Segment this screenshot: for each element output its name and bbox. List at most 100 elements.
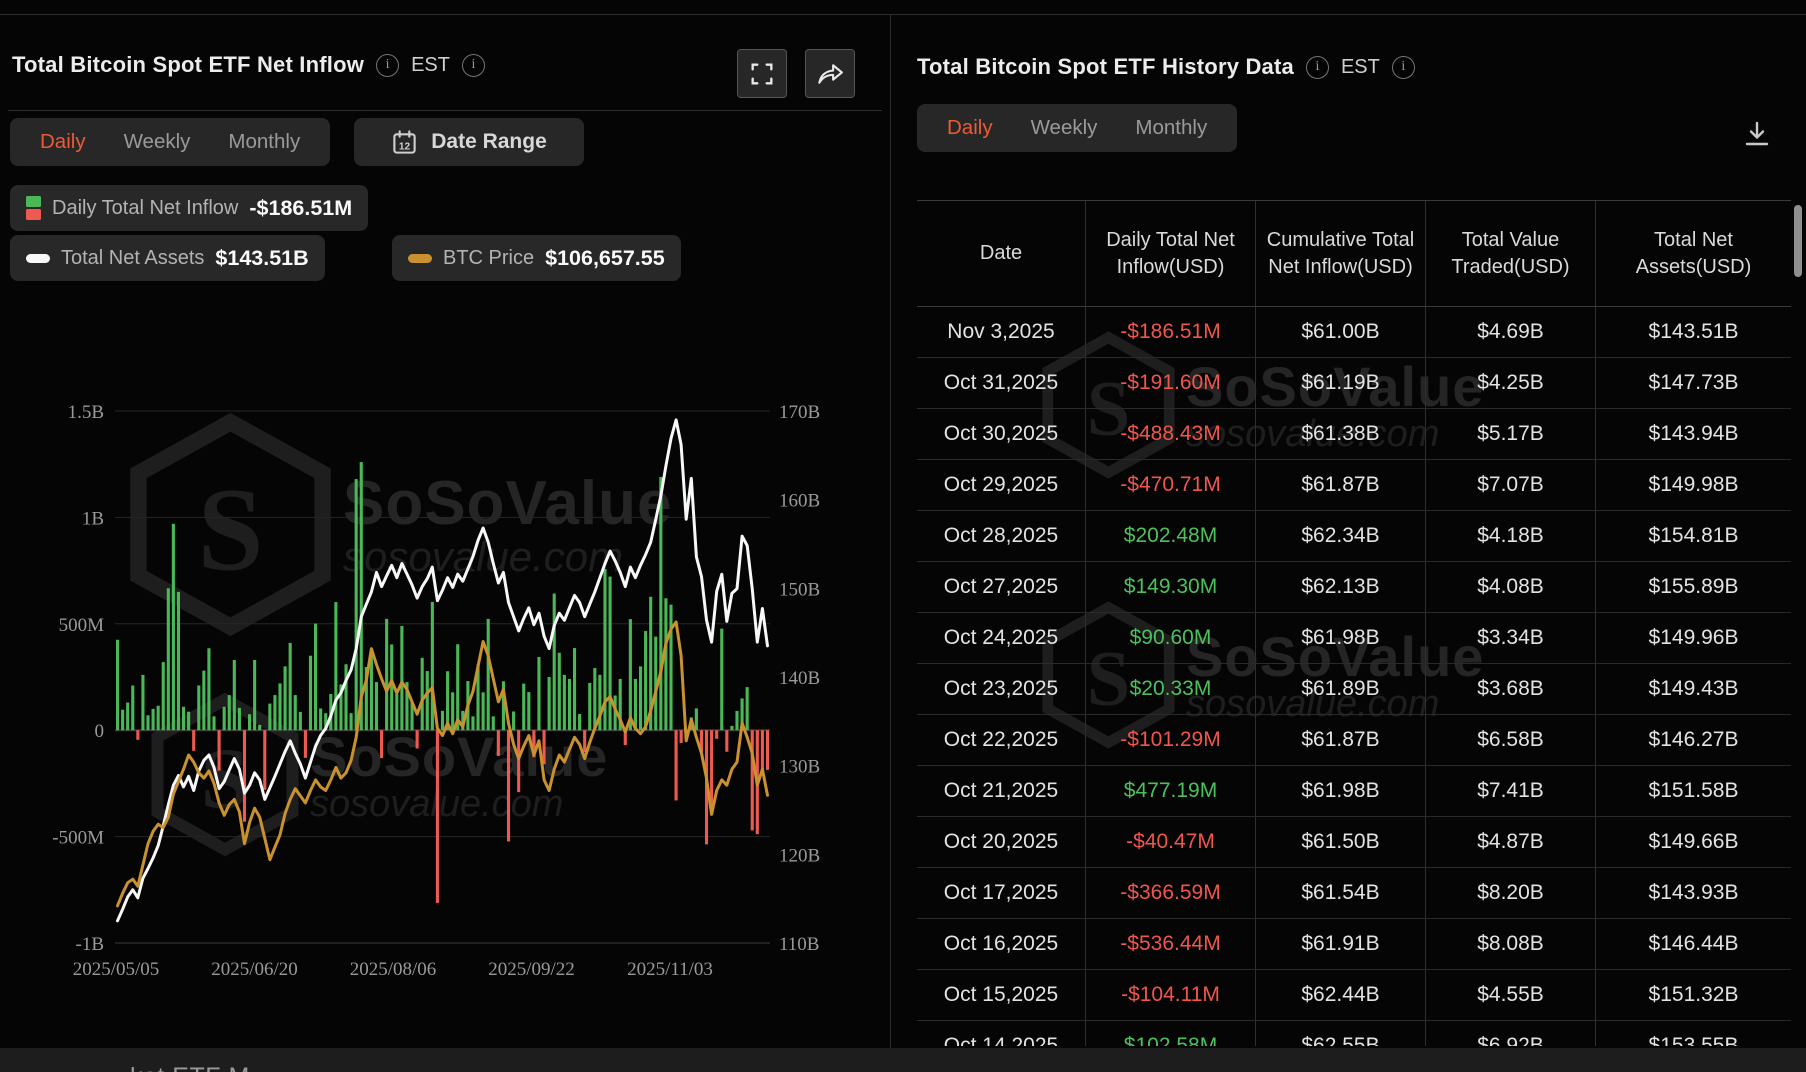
cell-daily-inflow: -$536.44M xyxy=(1086,919,1256,969)
cell-date: Oct 20,2025 xyxy=(917,817,1086,867)
legend-total-net-assets[interactable]: Total Net Assets $143.51B xyxy=(10,235,325,281)
table-row[interactable]: Oct 29,2025 -$470.71M $61.87B $7.07B $14… xyxy=(917,460,1791,511)
tab-weekly[interactable]: Weekly xyxy=(1031,116,1098,140)
table-row[interactable]: Oct 15,2025 -$104.11M $62.44B $4.55B $15… xyxy=(917,970,1791,1021)
svg-text:1.5B: 1.5B xyxy=(68,402,104,423)
table-row[interactable]: Oct 16,2025 -$536.44M $61.91B $8.08B $14… xyxy=(917,919,1791,970)
cell-net-assets: $143.93B xyxy=(1648,881,1739,904)
column-header-daily-inflow: Daily Total Net Inflow(USD) xyxy=(1086,201,1256,306)
cell-cumulative-inflow: $62.55B xyxy=(1256,1021,1426,1046)
table-row[interactable]: Oct 14,2025 $102.58M $62.55B $6.92B $153… xyxy=(917,1021,1791,1046)
next-section-strip: ket ETF M xyxy=(0,1048,1806,1072)
cell-value-traded: $8.08B xyxy=(1426,919,1596,969)
cell-daily-inflow: -$191.60M xyxy=(1086,358,1256,408)
legend-label: BTC Price xyxy=(443,246,535,269)
cell-value-traded: $7.07B xyxy=(1426,460,1596,510)
cell-value-traded: $4.25B xyxy=(1426,358,1596,408)
cell-value-traded: $3.34B xyxy=(1426,613,1596,663)
download-button[interactable] xyxy=(1737,114,1777,154)
est-info-icon[interactable]: i xyxy=(1391,55,1415,79)
cell-date: Oct 16,2025 xyxy=(917,919,1086,969)
cell-net-assets: $151.32B xyxy=(1648,983,1739,1006)
cell-value-traded: $4.55B xyxy=(1426,970,1596,1020)
chart-toolbar xyxy=(737,49,855,98)
table-row[interactable]: Oct 24,2025 $90.60M $61.98B $3.34B $149.… xyxy=(917,613,1791,664)
svg-text:170B: 170B xyxy=(779,402,820,423)
cell-cumulative-inflow: $61.38B xyxy=(1256,409,1426,459)
cell-date: Oct 24,2025 xyxy=(917,613,1086,663)
table-row[interactable]: Oct 30,2025 -$488.43M $61.38B $5.17B $14… xyxy=(917,409,1791,460)
cell-daily-inflow: -$488.43M xyxy=(1086,409,1256,459)
cell-value-traded: $8.20B xyxy=(1426,868,1596,918)
table-row[interactable]: Oct 22,2025 -$101.29M $61.87B $6.58B $14… xyxy=(917,715,1791,766)
cell-cumulative-inflow: $62.13B xyxy=(1256,562,1426,612)
cell-cumulative-inflow: $61.00B xyxy=(1256,307,1426,357)
legend-daily-net-inflow[interactable]: Daily Total Net Inflow -$186.51M xyxy=(10,185,369,231)
table-row[interactable]: Oct 23,2025 $20.33M $61.89B $3.68B $149.… xyxy=(917,664,1791,715)
svg-text:130B: 130B xyxy=(779,757,820,778)
tab-weekly[interactable]: Weekly xyxy=(124,130,191,154)
svg-text:2025/08/06: 2025/08/06 xyxy=(350,959,437,980)
history-period-tabs: Daily Weekly Monthly xyxy=(917,104,1238,152)
history-table: Date Daily Total Net Inflow(USD) Cumulat… xyxy=(917,200,1791,1046)
cell-value-traded: $6.92B xyxy=(1426,1021,1596,1046)
tab-daily[interactable]: Daily xyxy=(40,130,86,154)
tab-daily[interactable]: Daily xyxy=(947,116,993,140)
tab-monthly[interactable]: Monthly xyxy=(1135,116,1207,140)
cell-cumulative-inflow: $62.44B xyxy=(1256,970,1426,1020)
legend-btc-price[interactable]: BTC Price $106,657.55 xyxy=(392,235,681,281)
cell-cumulative-inflow: $61.87B xyxy=(1256,715,1426,765)
legend-label: Daily Total Net Inflow xyxy=(52,196,239,219)
legend-value: -$186.51M xyxy=(249,195,353,220)
cell-net-assets: $149.96B xyxy=(1648,626,1739,649)
table-row[interactable]: Oct 28,2025 $202.48M $62.34B $4.18B $154… xyxy=(917,511,1791,562)
info-icon[interactable]: i xyxy=(376,53,400,77)
chart-area: S SoSoValue sosovalue.com S SoSoValue so… xyxy=(0,320,890,1000)
table-row[interactable]: Oct 17,2025 -$366.59M $61.54B $8.20B $14… xyxy=(917,868,1791,919)
table-row[interactable]: Nov 3,2025 -$186.51M $61.00B $4.69B $143… xyxy=(917,307,1791,358)
legend-label: Total Net Assets xyxy=(61,246,205,269)
share-button[interactable] xyxy=(805,49,855,98)
cell-value-traded: $4.69B xyxy=(1426,307,1596,357)
net-inflow-header: Total Bitcoin Spot ETF Net Inflow i EST … xyxy=(12,36,485,94)
net-inflow-panel: Total Bitcoin Spot ETF Net Inflow i EST … xyxy=(0,14,890,1048)
gold-line-icon xyxy=(408,253,432,263)
cell-daily-inflow: -$40.47M xyxy=(1086,817,1256,867)
bar-series-icon xyxy=(26,196,41,220)
cell-date: Oct 15,2025 xyxy=(917,970,1086,1020)
tab-monthly[interactable]: Monthly xyxy=(228,130,300,154)
cell-daily-inflow: -$104.11M xyxy=(1086,970,1256,1020)
cell-cumulative-inflow: $61.87B xyxy=(1256,460,1426,510)
fullscreen-button[interactable] xyxy=(737,49,787,98)
est-label: EST xyxy=(411,53,450,76)
date-range-button[interactable]: 12 Date Range xyxy=(354,118,584,166)
cell-date: Oct 23,2025 xyxy=(917,664,1086,714)
table-row[interactable]: Oct 21,2025 $477.19M $61.98B $7.41B $151… xyxy=(917,766,1791,817)
cell-daily-inflow: $477.19M xyxy=(1086,766,1256,816)
history-table-body: Nov 3,2025 -$186.51M $61.00B $4.69B $143… xyxy=(917,307,1791,1046)
cell-cumulative-inflow: $61.98B xyxy=(1256,766,1426,816)
legend-value: $143.51B xyxy=(215,245,309,270)
cell-date: Oct 31,2025 xyxy=(917,358,1086,408)
cell-cumulative-inflow: $61.50B xyxy=(1256,817,1426,867)
svg-text:150B: 150B xyxy=(779,579,820,600)
est-info-icon[interactable]: i xyxy=(461,53,485,77)
table-row[interactable]: Oct 27,2025 $149.30M $62.13B $4.08B $155… xyxy=(917,562,1791,613)
table-row[interactable]: Oct 31,2025 -$191.60M $61.19B $4.25B $14… xyxy=(917,358,1791,409)
column-header-date: Date xyxy=(917,201,1086,306)
cell-date: Nov 3,2025 xyxy=(917,307,1086,357)
inflow-chart[interactable]: 1.5B 1B 500M 0 -500M -1B 170B 160B 150B 140B 130B 1… xyxy=(0,320,890,1000)
svg-text:0: 0 xyxy=(95,721,105,742)
table-row[interactable]: Oct 20,2025 -$40.47M $61.50B $4.87B $149… xyxy=(917,817,1791,868)
scrollbar-thumb[interactable] xyxy=(1794,205,1802,277)
history-title: Total Bitcoin Spot ETF History Data xyxy=(917,54,1294,79)
cell-value-traded: $6.58B xyxy=(1426,715,1596,765)
clipped-section-text: ket ETF M xyxy=(130,1063,1806,1072)
info-icon[interactable]: i xyxy=(1305,55,1329,79)
cell-value-traded: $4.87B xyxy=(1426,817,1596,867)
svg-text:-1B: -1B xyxy=(76,934,105,955)
white-line-icon xyxy=(26,253,50,263)
inflow-period-tabs: Daily Weekly Monthly xyxy=(10,118,331,166)
cell-cumulative-inflow: $62.34B xyxy=(1256,511,1426,561)
cell-net-assets: $151.58B xyxy=(1648,779,1739,802)
